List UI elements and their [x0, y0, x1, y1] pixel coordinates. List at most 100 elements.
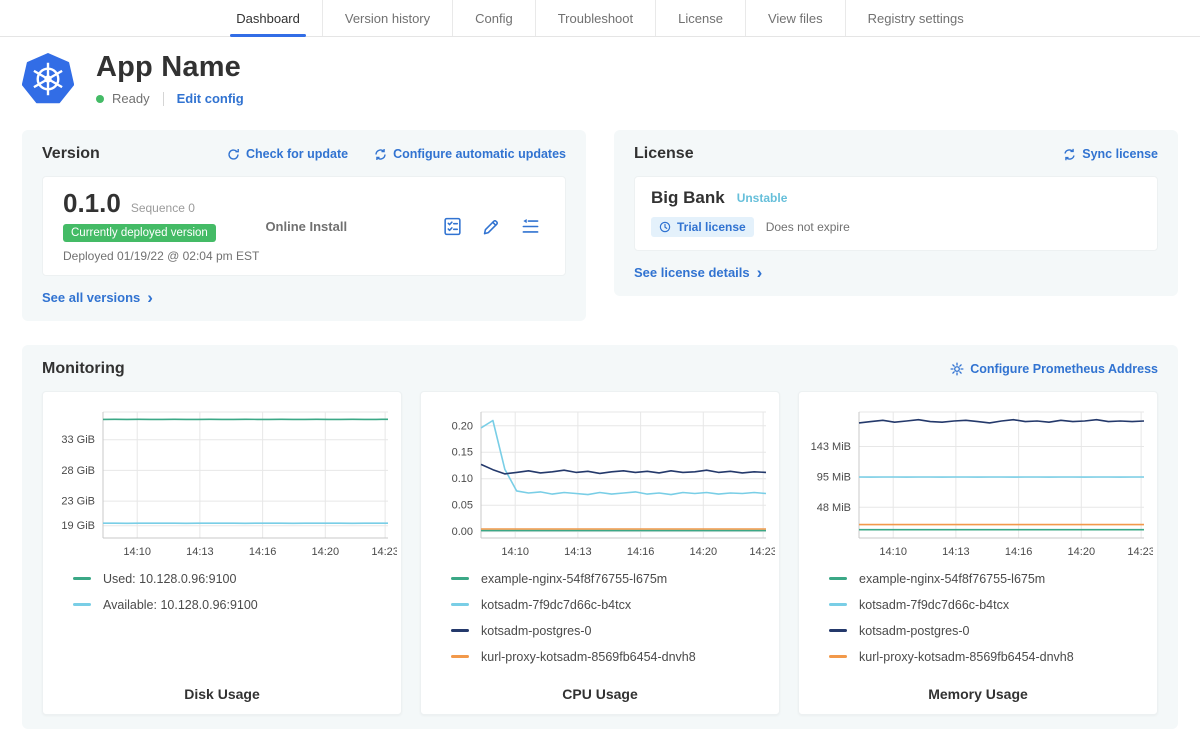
version-number: 0.1.0 [63, 189, 121, 218]
edit-config-link[interactable]: Edit config [177, 91, 244, 106]
disk-usage-chart: 33 GiB28 GiB23 GiB19 GiB14:1014:1314:161… [47, 404, 397, 562]
check-for-update-label: Check for update [246, 147, 348, 161]
customer-name: Big Bank [651, 188, 725, 208]
cpu-usage-chart: 0.200.150.100.050.0014:1014:1314:1614:20… [425, 404, 775, 562]
svg-text:14:10: 14:10 [879, 546, 907, 558]
svg-text:14:20: 14:20 [690, 546, 718, 558]
divider [163, 92, 164, 106]
refresh-icon [227, 148, 240, 161]
svg-text:14:13: 14:13 [564, 546, 592, 558]
configure-automatic-updates-label: Configure automatic updates [393, 147, 566, 161]
legend-item: kurl-proxy-kotsadm-8569fb6454-dnvh8 [829, 650, 1153, 664]
monitoring-title: Monitoring [42, 360, 125, 378]
nav-tab-registry-settings[interactable]: Registry settings [845, 0, 986, 36]
chart-title: CPU Usage [425, 676, 775, 702]
see-all-versions-link[interactable]: See all versions › [42, 289, 153, 306]
summary-cards-row: Version Check for update Configure autom… [22, 130, 1178, 321]
svg-text:14:10: 14:10 [501, 546, 529, 558]
nav-tabs: DashboardVersion historyConfigTroublesho… [0, 0, 1200, 37]
legend-label: kurl-proxy-kotsadm-8569fb6454-dnvh8 [481, 650, 696, 664]
legend-label: kurl-proxy-kotsadm-8569fb6454-dnvh8 [859, 650, 1074, 664]
svg-text:33 GiB: 33 GiB [61, 434, 95, 446]
svg-text:143 MiB: 143 MiB [811, 441, 851, 453]
legend-swatch [829, 629, 847, 632]
version-card-title: Version [42, 145, 100, 163]
legend-item: example-nginx-54f8f76755-l675m [829, 572, 1153, 586]
svg-text:14:13: 14:13 [186, 546, 214, 558]
svg-text:0.05: 0.05 [452, 500, 473, 512]
svg-text:0.20: 0.20 [452, 420, 473, 432]
nav-tab-config[interactable]: Config [452, 0, 535, 36]
chart-title: Memory Usage [803, 676, 1153, 702]
channel-label: Unstable [737, 191, 788, 205]
edit-config-values-icon[interactable] [481, 216, 502, 237]
legend-swatch [73, 577, 91, 580]
svg-text:14:16: 14:16 [249, 546, 277, 558]
page-title: App Name [96, 51, 244, 84]
svg-text:14:23: 14:23 [371, 546, 397, 558]
check-for-update-link[interactable]: Check for update [227, 147, 348, 161]
configure-prometheus-label: Configure Prometheus Address [970, 362, 1158, 376]
legend-label: example-nginx-54f8f76755-l675m [859, 572, 1045, 586]
legend-label: Available: 10.128.0.96:9100 [103, 598, 258, 612]
legend-swatch [451, 629, 469, 632]
current-version-panel: 0.1.0 Sequence 0 Currently deployed vers… [42, 176, 566, 276]
legend-label: kotsadm-7f9dc7d66c-b4tcx [481, 598, 631, 612]
svg-text:28 GiB: 28 GiB [61, 465, 95, 477]
deployed-timestamp: Deployed 01/19/22 @ 02:04 pm EST [63, 249, 265, 263]
sync-icon [1063, 148, 1076, 161]
sequence-label: Sequence 0 [131, 202, 195, 215]
legend-item: Available: 10.128.0.96:9100 [73, 598, 397, 612]
svg-text:95 MiB: 95 MiB [817, 472, 851, 484]
svg-text:14:13: 14:13 [942, 546, 970, 558]
nav-tab-dashboard[interactable]: Dashboard [214, 0, 322, 36]
legend-label: kotsadm-7f9dc7d66c-b4tcx [859, 598, 1009, 612]
svg-text:19 GiB: 19 GiB [61, 520, 95, 532]
legend-item: example-nginx-54f8f76755-l675m [451, 572, 775, 586]
nav-tab-version-history[interactable]: Version history [322, 0, 452, 36]
app-header: App Name Ready Edit config [0, 37, 1200, 106]
legend-item: kurl-proxy-kotsadm-8569fb6454-dnvh8 [451, 650, 775, 664]
legend-label: kotsadm-postgres-0 [859, 624, 969, 638]
legend-item: kotsadm-postgres-0 [451, 624, 775, 638]
svg-text:48 MiB: 48 MiB [817, 502, 851, 514]
see-all-versions-label: See all versions [42, 290, 140, 305]
legend-item: kotsadm-postgres-0 [829, 624, 1153, 638]
sync-license-link[interactable]: Sync license [1063, 147, 1158, 161]
status-label: Ready [112, 91, 150, 106]
monitoring-card: Monitoring Configure Prometheus Address … [22, 345, 1178, 729]
legend-label: kotsadm-postgres-0 [481, 624, 591, 638]
nav-tab-view-files[interactable]: View files [745, 0, 845, 36]
preflight-checks-icon[interactable] [442, 216, 463, 237]
configure-automatic-updates-link[interactable]: Configure automatic updates [374, 147, 566, 161]
release-notes-icon[interactable] [520, 216, 541, 237]
license-card: License Sync license Big Bank Unstable T… [614, 130, 1178, 296]
svg-text:14:20: 14:20 [1068, 546, 1096, 558]
version-card: Version Check for update Configure autom… [22, 130, 586, 321]
chevron-right-icon: › [757, 264, 763, 281]
charts-row: 33 GiB 28 GiB 23 GiB 19 GiB 14:10 14:13 14:16 1… [42, 391, 1158, 715]
configure-prometheus-link[interactable]: Configure Prometheus Address [950, 362, 1158, 376]
trial-license-badge: Trial license [651, 217, 754, 237]
current-version-info: 0.1.0 Sequence 0 Currently deployed vers… [63, 189, 265, 263]
see-license-details-link[interactable]: See license details › [634, 264, 762, 281]
trial-license-label: Trial license [677, 220, 746, 234]
nav-tab-license[interactable]: License [655, 0, 745, 36]
svg-text:14:20: 14:20 [312, 546, 340, 558]
deployed-badge: Currently deployed version [63, 224, 216, 242]
svg-text:0.00: 0.00 [452, 526, 473, 538]
auto-update-cycle-icon [374, 148, 387, 161]
svg-text:0.15: 0.15 [452, 447, 473, 459]
license-panel: Big Bank Unstable Trial license Does not… [634, 176, 1158, 251]
clock-icon [659, 221, 671, 233]
legend-label: Used: 10.128.0.96:9100 [103, 572, 236, 586]
memory-usage-legend: example-nginx-54f8f76755-l675m kotsadm-7f… [803, 562, 1153, 676]
nav-tab-troubleshoot[interactable]: Troubleshoot [535, 0, 655, 36]
see-license-details-label: See license details [634, 265, 750, 280]
legend-swatch [451, 603, 469, 606]
legend-label: example-nginx-54f8f76755-l675m [481, 572, 667, 586]
disk-usage-legend: Used: 10.128.0.96:9100 Available: 10.128.… [47, 562, 397, 624]
memory-usage-chart: 143 MiB95 MiB48 MiB14:1014:1314:1614:201… [803, 404, 1153, 562]
memory-usage-card: 143 MiB95 MiB48 MiB14:1014:1314:1614:201… [798, 391, 1158, 715]
svg-text:23 GiB: 23 GiB [61, 496, 95, 508]
